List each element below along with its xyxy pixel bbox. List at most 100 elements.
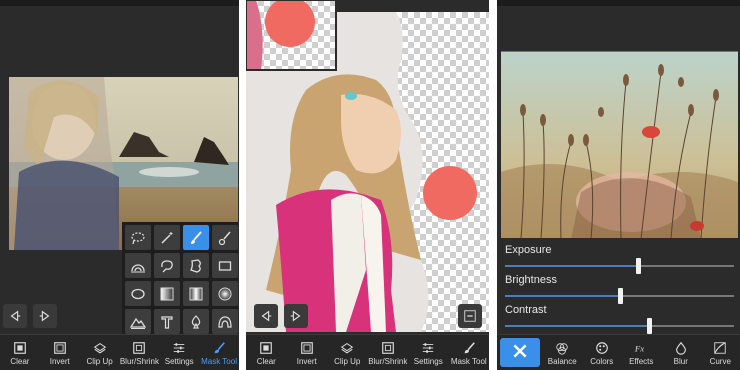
clip-up-button[interactable]: Clip Up xyxy=(80,335,120,370)
exposure-slider-knob[interactable] xyxy=(635,258,641,274)
blur-shrink-button[interactable]: Blur/Shrink xyxy=(368,335,409,370)
clip-up-label: Clip Up xyxy=(86,357,113,366)
curve-button[interactable]: Curve xyxy=(701,335,740,370)
blur-shrink-icon xyxy=(133,342,146,354)
zoom-out-button[interactable] xyxy=(458,304,482,328)
undo-arrow-icon xyxy=(261,310,272,322)
mask-tool-grid xyxy=(122,222,238,337)
settings-button[interactable]: Settings xyxy=(159,335,199,370)
ellipse-tool-button[interactable] xyxy=(125,281,151,306)
mirror-gradient-icon xyxy=(189,287,203,300)
brightness-slider-track[interactable] xyxy=(505,288,734,304)
redo-arrow-icon xyxy=(39,310,50,322)
mountain-icon xyxy=(130,317,146,329)
contrast-adjustment: Contrast xyxy=(505,304,734,334)
blur-shrink-button[interactable]: Blur/Shrink xyxy=(119,335,159,370)
mask-preview-panel: Clear Invert Clip Up Blur/Shrink Setting… xyxy=(246,0,489,370)
clear-label: Clear xyxy=(256,357,276,366)
blur-button[interactable]: Blur xyxy=(661,335,701,370)
effects-label: Effects xyxy=(629,357,654,366)
top-bar xyxy=(0,0,239,6)
settings-icon xyxy=(173,343,185,353)
balance-icon xyxy=(556,343,568,355)
settings-label: Settings xyxy=(413,357,443,366)
radial-gradient-icon xyxy=(218,287,232,300)
undo-nav-button[interactable] xyxy=(3,304,27,328)
freeform-lasso-icon xyxy=(161,259,173,272)
photo-canvas[interactable] xyxy=(501,51,738,238)
invert-label: Invert xyxy=(296,357,317,366)
soft-brush-icon xyxy=(218,231,231,245)
exposure-slider-track[interactable] xyxy=(505,258,734,274)
close-icon xyxy=(513,344,527,358)
invert-button[interactable]: Invert xyxy=(287,335,328,370)
colors-button[interactable]: Colors xyxy=(582,335,622,370)
redo-nav-button[interactable] xyxy=(33,304,57,328)
mask-tool-icon xyxy=(464,342,475,354)
close-button[interactable] xyxy=(500,338,540,367)
mask-tool-button[interactable]: Mask Tool xyxy=(199,335,239,370)
rectangle-icon xyxy=(218,260,232,271)
invert-icon xyxy=(53,342,66,354)
settings-icon xyxy=(423,343,434,353)
clear-icon xyxy=(260,342,273,354)
mountain-tool-button[interactable] xyxy=(125,309,151,334)
clip-up-button[interactable]: Clip Up xyxy=(327,335,368,370)
clear-button[interactable]: Clear xyxy=(0,335,40,370)
rectangle-tool-button[interactable] xyxy=(212,253,238,278)
track-remainder xyxy=(619,295,734,297)
shape-blob-tool-button[interactable] xyxy=(183,253,209,278)
gradient-arc-icon xyxy=(131,263,145,272)
curve-icon xyxy=(714,342,726,354)
top-bar xyxy=(497,0,740,6)
contrast-slider-track[interactable] xyxy=(505,318,734,334)
spade-shape-tool-button[interactable] xyxy=(183,309,209,334)
track-remainder xyxy=(649,325,734,327)
freeform-lasso-tool-button[interactable] xyxy=(154,253,180,278)
exposure-adjustment: Exposure xyxy=(505,244,734,274)
bottom-toolbar: Balance Colors Fx Effects Blur Curve xyxy=(497,334,740,370)
undo-nav-button[interactable] xyxy=(254,304,278,328)
ellipse-icon xyxy=(131,288,145,299)
flower-overlay-photo xyxy=(501,52,738,238)
mask-tool-button[interactable]: Mask Tool xyxy=(449,335,490,370)
mask-tool-label: Mask Tool xyxy=(201,357,237,366)
arch-icon xyxy=(218,315,232,328)
blob-shape-icon xyxy=(190,258,201,273)
balance-button[interactable]: Balance xyxy=(543,335,583,370)
lasso-tool-button[interactable] xyxy=(125,225,151,250)
linear-gradient-icon xyxy=(160,287,174,300)
brush-tool-button[interactable] xyxy=(183,225,209,250)
soft-brush-tool-button[interactable] xyxy=(212,225,238,250)
clip-up-icon xyxy=(341,342,354,354)
invert-button[interactable]: Invert xyxy=(40,335,80,370)
clear-icon xyxy=(14,342,26,354)
blur-label: Blur xyxy=(673,357,688,366)
arch-shape-tool-button[interactable] xyxy=(212,309,238,334)
mirror-gradient-tool-button[interactable] xyxy=(183,281,209,306)
linear-gradient-tool-button[interactable] xyxy=(154,281,180,306)
redo-arrow-icon xyxy=(290,310,301,322)
clip-up-icon xyxy=(93,342,106,354)
magic-wand-tool-button[interactable] xyxy=(154,225,180,250)
radial-gradient-tool-button[interactable] xyxy=(212,281,238,306)
colors-label: Colors xyxy=(590,357,614,366)
effects-button[interactable]: Fx Effects xyxy=(622,335,662,370)
contrast-slider-knob[interactable] xyxy=(647,318,653,334)
effects-icon: Fx xyxy=(634,344,644,354)
redo-nav-button[interactable] xyxy=(284,304,308,328)
settings-button[interactable]: Settings xyxy=(408,335,449,370)
contrast-label: Contrast xyxy=(505,304,547,316)
brightness-slider-knob[interactable] xyxy=(617,288,623,304)
svg-text:Fx: Fx xyxy=(634,344,644,354)
gradient-arc-tool-button[interactable] xyxy=(125,253,151,278)
clear-button[interactable]: Clear xyxy=(246,335,287,370)
photo-canvas[interactable] xyxy=(246,0,489,334)
blur-icon xyxy=(675,341,686,355)
bottom-toolbar: Clear Invert Clip Up Blur/Shrink Setting… xyxy=(246,334,489,370)
text-tool-button[interactable] xyxy=(154,309,180,334)
brightness-label: Brightness xyxy=(505,274,557,286)
mask-editor-panel: Clear Invert Clip Up Blur/Shrink Setting… xyxy=(0,0,239,370)
undo-arrow-icon xyxy=(10,310,21,322)
mask-tool-icon xyxy=(214,342,225,354)
